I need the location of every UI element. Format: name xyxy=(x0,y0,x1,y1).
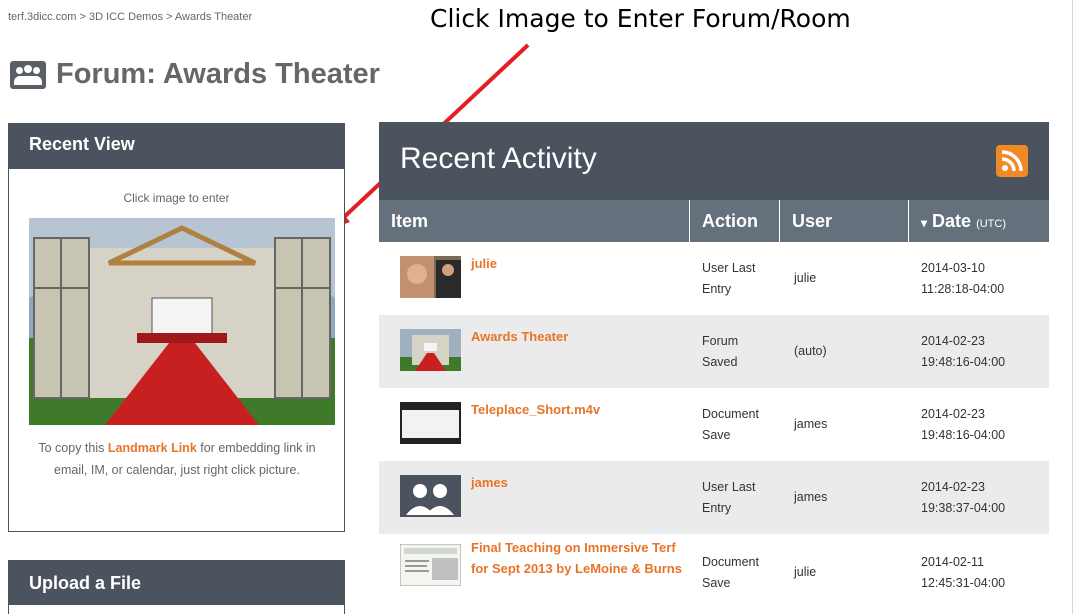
column-date-label: Date xyxy=(932,211,972,231)
activity-title: Recent Activity xyxy=(400,142,597,175)
upload-heading: Upload a File xyxy=(9,561,344,605)
forum-group-icon xyxy=(10,60,46,89)
action-cell: Document Save xyxy=(690,534,780,611)
action-line-1: Document xyxy=(702,406,759,421)
date-line-2: 19:48:16-04:00 xyxy=(921,427,1006,442)
user-cell: (auto) xyxy=(794,344,827,358)
item-link[interactable]: james xyxy=(471,472,508,493)
action-cell: User Last Entry xyxy=(690,461,780,534)
date-cell: 2014-02-23 19:38:37-04:00 xyxy=(909,461,1049,534)
default-avatar-icon[interactable] xyxy=(400,475,461,517)
action-line-2: Saved xyxy=(702,354,738,369)
item-link[interactable]: Awards Theater xyxy=(471,326,568,347)
action-cell: User Last Entry xyxy=(690,242,780,315)
item-cell: Teleplace_Short.m4v xyxy=(379,388,690,461)
item-cell: julie xyxy=(379,242,690,315)
sort-arrow-icon: ▾ xyxy=(921,216,928,230)
activity-column-headers: Item Action User ▾ Date (UTC) xyxy=(379,200,1049,242)
date-line-1: 2014-02-11 xyxy=(921,554,985,569)
action-line-1: Document xyxy=(702,554,759,569)
date-cell: 2014-02-23 19:48:16-04:00 xyxy=(909,315,1049,388)
item-cell: Awards Theater xyxy=(379,315,690,388)
date-cell: 2014-03-10 11:28:18-04:00 xyxy=(909,242,1049,315)
action-line-2: Entry xyxy=(702,500,732,515)
breadcrumb[interactable]: terf.3dicc.com > 3D ICC Demos > Awards T… xyxy=(8,11,252,23)
user-cell: james xyxy=(794,490,828,504)
date-line-1: 2014-02-23 xyxy=(921,479,985,494)
page-title-text: Forum: Awards Theater xyxy=(56,58,380,90)
room-preview-image[interactable] xyxy=(29,218,335,425)
column-action[interactable]: Action xyxy=(690,200,780,242)
page-title: Forum: Awards Theater xyxy=(10,58,380,91)
table-row: Final Teaching on Immersive Terf for Sep… xyxy=(379,534,1049,611)
item-cell: Final Teaching on Immersive Terf for Sep… xyxy=(379,534,690,611)
date-cell: 2014-02-11 12:45:31-04:00 xyxy=(909,534,1049,611)
recent-view-panel: Recent View Click image to enter To copy… xyxy=(8,123,345,532)
date-line-1: 2014-02-23 xyxy=(921,333,985,348)
rss-icon[interactable] xyxy=(996,145,1028,177)
action-line-1: Forum xyxy=(702,333,739,348)
room-thumbnail[interactable] xyxy=(400,329,461,371)
item-link[interactable]: Final Teaching on Immersive Terf for Sep… xyxy=(471,537,690,579)
date-line-2: 11:28:18-04:00 xyxy=(921,281,1005,296)
landmark-note: To copy this Landmark Link for embedding… xyxy=(27,437,327,481)
action-line-1: User Last xyxy=(702,260,756,275)
column-date[interactable]: ▾ Date (UTC) xyxy=(909,200,1049,242)
action-line-1: User Last xyxy=(702,479,756,494)
action-line-2: Save xyxy=(702,575,731,590)
recent-view-caption: Click image to enter xyxy=(123,191,230,205)
table-row: Teleplace_Short.m4v Document Save james 2… xyxy=(379,388,1049,461)
table-row: james User Last Entry james 2014-02-23 19:… xyxy=(379,461,1049,534)
action-line-2: Save xyxy=(702,427,731,442)
item-link[interactable]: Teleplace_Short.m4v xyxy=(471,399,600,420)
item-link[interactable]: julie xyxy=(471,253,497,274)
item-cell: james xyxy=(379,461,690,534)
user-cell: julie xyxy=(794,565,817,579)
table-row: julie User Last Entry julie 2014-03-10 11:… xyxy=(379,242,1049,315)
date-cell: 2014-02-23 19:48:16-04:00 xyxy=(909,388,1049,461)
date-line-1: 2014-03-10 xyxy=(921,260,985,275)
user-cell: julie xyxy=(794,271,817,285)
date-line-2: 12:45:31-04:00 xyxy=(921,575,1006,590)
column-date-unit: (UTC) xyxy=(976,218,1007,230)
action-cell: Forum Saved xyxy=(690,315,780,388)
column-item[interactable]: Item xyxy=(379,200,690,242)
annotation-text: Click Image to Enter Forum/Room xyxy=(430,4,851,33)
upload-panel: Upload a File xyxy=(8,560,345,614)
activity-header: Recent Activity xyxy=(379,122,1049,200)
date-line-2: 19:38:37-04:00 xyxy=(921,500,1006,515)
user-thumbnail[interactable] xyxy=(400,256,461,298)
recent-view-heading: Recent View xyxy=(9,124,344,169)
table-row: Awards Theater Forum Saved (auto) 2014-02… xyxy=(379,315,1049,388)
user-cell: james xyxy=(794,417,828,431)
date-line-2: 19:48:16-04:00 xyxy=(921,354,1006,369)
document-thumbnail[interactable] xyxy=(400,544,461,586)
landmark-note-before: To copy this xyxy=(38,441,108,455)
date-line-1: 2014-02-23 xyxy=(921,406,985,421)
video-thumbnail[interactable] xyxy=(400,402,461,444)
landmark-link[interactable]: Landmark Link xyxy=(108,441,197,455)
page-divider xyxy=(1072,0,1073,614)
column-user[interactable]: User xyxy=(780,200,909,242)
recent-activity-panel: Recent Activity Item Action User ▾ Date … xyxy=(379,122,1049,614)
action-cell: Document Save xyxy=(690,388,780,461)
action-line-2: Entry xyxy=(702,281,732,296)
